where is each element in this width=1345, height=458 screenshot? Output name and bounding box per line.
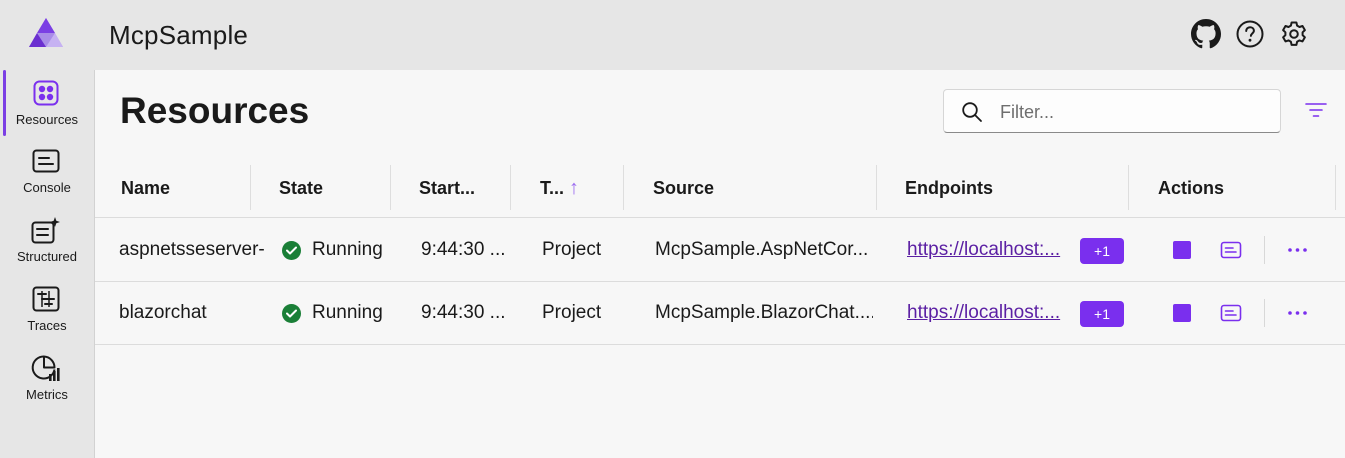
state-text: Running xyxy=(312,302,383,323)
start-time: 9:44:30 ... xyxy=(421,239,506,260)
running-check-icon xyxy=(282,304,301,323)
stop-icon[interactable] xyxy=(1173,241,1191,259)
main-content: Resources Name State Start... T... ↑ Sou… xyxy=(95,70,1345,458)
column-header-name[interactable]: Name xyxy=(121,160,246,218)
column-header-source[interactable]: Source xyxy=(653,160,853,218)
column-header-actions[interactable]: Actions xyxy=(1158,160,1308,218)
github-icon[interactable] xyxy=(1190,18,1222,50)
console-logs-icon[interactable] xyxy=(1220,240,1242,260)
metrics-icon xyxy=(31,353,61,383)
table-header-row: Name State Start... T... ↑ Source Endpoi… xyxy=(95,160,1345,218)
column-header-endpoints[interactable]: Endpoints xyxy=(905,160,1105,218)
resources-grid-icon xyxy=(31,78,61,108)
more-actions-icon[interactable] xyxy=(1285,236,1311,264)
resource-type: Project xyxy=(542,302,602,323)
column-divider[interactable] xyxy=(623,165,624,210)
app-header: McpSample xyxy=(0,0,1345,70)
help-icon[interactable] xyxy=(1234,18,1266,50)
column-divider[interactable] xyxy=(390,165,391,210)
column-divider[interactable] xyxy=(1128,165,1129,210)
action-divider xyxy=(1264,236,1265,264)
sidebar-item-traces[interactable]: Traces xyxy=(0,276,94,342)
column-header-start-time[interactable]: Start... xyxy=(419,160,509,218)
aspire-logo[interactable] xyxy=(27,16,65,50)
start-time: 9:44:30 ... xyxy=(421,302,506,323)
state-text: Running xyxy=(312,239,383,260)
sidebar-item-label: Traces xyxy=(27,318,67,333)
settings-icon[interactable] xyxy=(1278,18,1310,50)
column-divider[interactable] xyxy=(250,165,251,210)
sidebar-nav: Resources Console Structured Traces Metr… xyxy=(0,70,95,458)
structured-logs-icon xyxy=(31,215,61,245)
column-divider[interactable] xyxy=(510,165,511,210)
more-endpoints-badge[interactable]: +1 xyxy=(1080,238,1124,264)
endpoint-link[interactable]: https://localhost:... xyxy=(907,239,1060,260)
column-divider[interactable] xyxy=(876,165,877,210)
endpoint-cell: https://localhost:... xyxy=(907,282,1067,344)
action-divider xyxy=(1264,299,1265,327)
endpoint-cell: https://localhost:... xyxy=(907,219,1067,281)
state-cell: Running xyxy=(282,219,402,281)
app-title[interactable]: McpSample xyxy=(109,20,248,51)
sidebar-item-label: Metrics xyxy=(26,387,68,402)
column-header-state[interactable]: State xyxy=(279,160,379,218)
filter-search-box[interactable] xyxy=(943,89,1281,133)
state-cell: Running xyxy=(282,282,402,344)
sidebar-item-console[interactable]: Console xyxy=(0,138,94,204)
filter-input[interactable] xyxy=(1000,100,1260,124)
console-logs-icon[interactable] xyxy=(1220,303,1242,323)
traces-icon xyxy=(31,284,61,314)
sidebar-item-structured[interactable]: Structured xyxy=(0,207,94,273)
column-header-type[interactable]: T... xyxy=(540,160,568,218)
endpoint-link[interactable]: https://localhost:... xyxy=(907,302,1060,323)
table-row[interactable]: aspnetsseserver-... Running 9:44:30 ... … xyxy=(95,219,1345,282)
page-title: Resources xyxy=(120,90,310,131)
console-icon xyxy=(31,146,61,176)
resource-name[interactable]: blazorchat xyxy=(119,282,264,344)
sidebar-item-label: Console xyxy=(23,180,71,195)
table-row[interactable]: blazorchat Running 9:44:30 ... Project M… xyxy=(95,282,1345,345)
sidebar-item-label: Structured xyxy=(17,249,77,264)
sort-ascending-icon[interactable]: ↑ xyxy=(569,160,589,218)
running-check-icon xyxy=(282,241,301,260)
resource-type: Project xyxy=(542,239,602,260)
resource-source: McpSample.AspNetCor... xyxy=(655,239,869,260)
stop-icon[interactable] xyxy=(1173,304,1191,322)
search-icon xyxy=(962,102,982,122)
more-actions-icon[interactable] xyxy=(1285,299,1311,327)
sidebar-item-resources[interactable]: Resources xyxy=(0,70,94,136)
resource-source: McpSample.BlazorChat.... xyxy=(655,302,873,323)
sidebar-item-metrics[interactable]: Metrics xyxy=(0,345,94,411)
sidebar-item-label: Resources xyxy=(15,112,79,127)
more-endpoints-badge[interactable]: +1 xyxy=(1080,301,1124,327)
resource-name[interactable]: aspnetsseserver-... xyxy=(119,219,264,281)
column-divider[interactable] xyxy=(1335,165,1336,210)
filter-options-icon[interactable] xyxy=(1304,100,1328,122)
